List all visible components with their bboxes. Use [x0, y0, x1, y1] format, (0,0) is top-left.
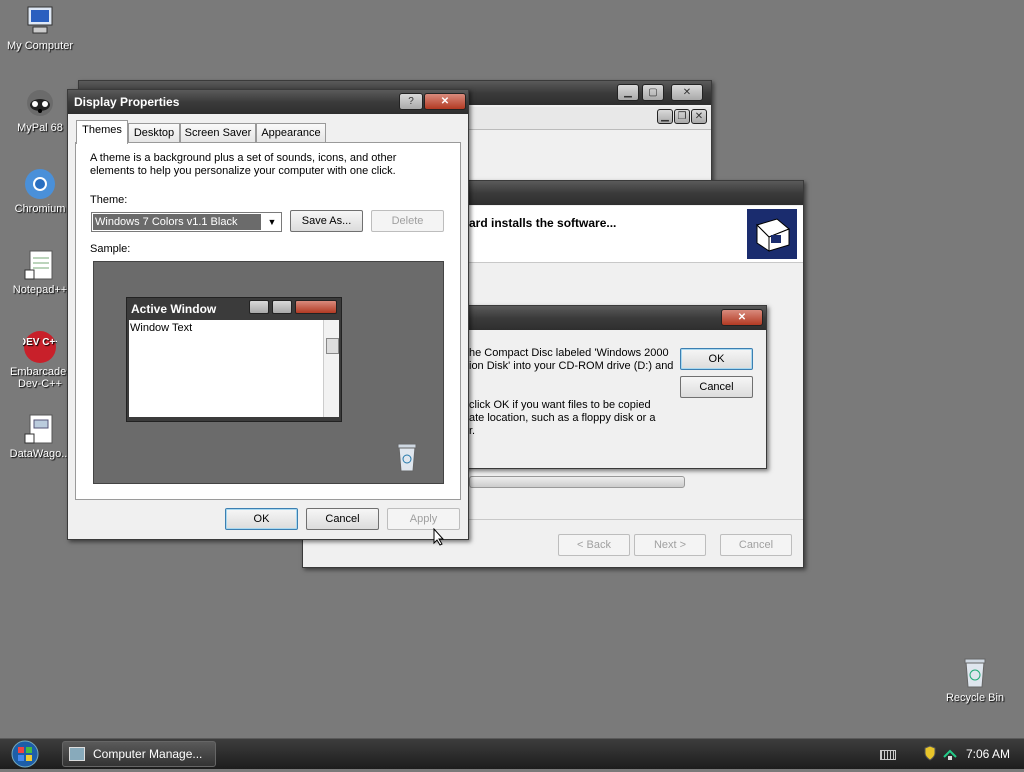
back-button[interactable]: < Back: [558, 534, 630, 556]
close-button[interactable]: ✕: [424, 93, 466, 110]
start-button[interactable]: [6, 739, 44, 769]
maximize-button[interactable]: ▢: [642, 84, 664, 101]
network-icon[interactable]: [942, 745, 958, 764]
insert-disk-text-1: he Compact Disc labeled 'Windows 2000: [469, 347, 669, 359]
devcpp-logo-text: DEV C++: [23, 337, 57, 348]
sample-window-title: Active Window: [131, 302, 217, 316]
sample-active-window: Active Window Window Text: [126, 297, 342, 422]
close-button[interactable]: ✕: [671, 84, 703, 101]
theme-select-value: Windows 7 Colors v1.1 Black: [93, 214, 261, 230]
cancel-button[interactable]: Cancel: [306, 508, 379, 530]
tab-desktop[interactable]: Desktop: [128, 123, 180, 143]
insert-disk-ok-button[interactable]: OK: [680, 348, 753, 370]
raccoon-icon: [23, 86, 57, 120]
notepad-icon: [23, 248, 57, 282]
devcpp-icon: DEV C++: [19, 330, 61, 364]
mdi-minimize-button[interactable]: ▁: [657, 109, 673, 124]
chromium-icon: [23, 167, 57, 201]
theme-description: A theme is a background plus a set of so…: [90, 152, 397, 177]
mdi-close-button[interactable]: ✕: [691, 109, 707, 124]
mdi-controls: ▁ ❐ ✕: [657, 109, 709, 125]
themes-panel: A theme is a background plus a set of so…: [75, 142, 461, 500]
minimize-button[interactable]: ▁: [617, 84, 639, 101]
mdi-restore-button[interactable]: ❐: [674, 109, 690, 124]
insert-disk-dialog[interactable]: ✕ he Compact Disc labeled 'Windows 2000 …: [440, 305, 767, 469]
computer-icon: [69, 747, 85, 761]
sample-scrollbar-thumb: [326, 338, 339, 354]
apply-button[interactable]: Apply: [387, 508, 460, 530]
theme-label: Theme:: [90, 194, 128, 206]
desktop-icon-recycle-bin[interactable]: Recycle Bin: [935, 656, 1015, 704]
document-icon: [23, 412, 57, 446]
sample-scrollbar: [323, 320, 339, 417]
computer-icon: [23, 4, 57, 38]
sample-label: Sample:: [90, 243, 131, 255]
sample-close-icon: [295, 300, 337, 314]
wizard-header-text: ard installs the software...: [469, 216, 617, 230]
sample-maximize-icon: [272, 300, 292, 314]
insert-disk-cancel-button[interactable]: Cancel: [680, 376, 753, 398]
help-button[interactable]: ?: [399, 93, 423, 110]
next-button[interactable]: Next >: [634, 534, 706, 556]
sample-window-text: Window Text: [130, 322, 193, 334]
wizard-cancel-button[interactable]: Cancel: [720, 534, 792, 556]
window-title: Display Properties: [74, 95, 180, 109]
desktop-icon-my-computer[interactable]: My Computer: [0, 4, 80, 52]
titlebar[interactable]: [441, 306, 766, 330]
desktop-icon-label: Recycle Bin: [945, 692, 1005, 704]
sample-window-body: Window Text: [129, 320, 339, 417]
chevron-down-icon[interactable]: ▼: [265, 214, 279, 230]
recycle-bin-icon: [958, 656, 992, 690]
progress-bar: [469, 476, 685, 488]
tab-appearance[interactable]: Appearance: [256, 123, 326, 143]
recycle-bin-icon: [395, 442, 419, 475]
install-icon: [747, 209, 797, 259]
insert-disk-text-3: click OK if you want files to be copied: [469, 399, 651, 411]
desktop-icon-label: My Computer: [6, 40, 74, 52]
insert-disk-text-5: r.: [469, 425, 476, 437]
sample-minimize-icon: [249, 300, 269, 314]
tab-screen-saver[interactable]: Screen Saver: [180, 123, 256, 143]
mouse-cursor: [433, 527, 445, 549]
taskbar: Computer Manage... 7:06 AM: [0, 738, 1024, 769]
tab-themes[interactable]: Themes: [76, 120, 128, 144]
ok-button[interactable]: OK: [225, 508, 298, 530]
close-button[interactable]: ✕: [721, 309, 763, 326]
insert-disk-text-4: ate location, such as a floppy disk or a: [469, 412, 656, 424]
theme-select[interactable]: Windows 7 Colors v1.1 Black ▼: [91, 212, 282, 232]
keyboard-icon[interactable]: [880, 750, 896, 760]
delete-button[interactable]: Delete: [371, 210, 444, 232]
taskbar-button-label: Computer Manage...: [93, 747, 203, 761]
save-as-button[interactable]: Save As...: [290, 210, 363, 232]
insert-disk-text-2: ion Disk' into your CD-ROM drive (D:) an…: [469, 360, 674, 372]
security-shield-icon[interactable]: [924, 745, 936, 764]
taskbar-button-computer-management[interactable]: Computer Manage...: [62, 741, 216, 767]
clock[interactable]: 7:06 AM: [966, 747, 1010, 761]
sample-preview: Active Window Window Text: [93, 261, 444, 484]
